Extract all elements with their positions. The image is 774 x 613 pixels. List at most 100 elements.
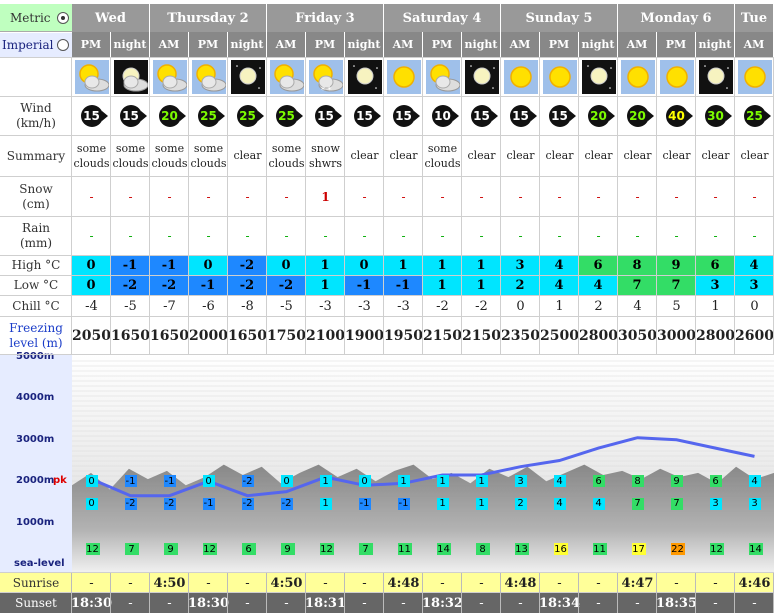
column-divider [110, 573, 111, 613]
sunrise-cell: - [206, 575, 211, 591]
summary-cell: some clouds [73, 141, 110, 170]
chill-cell: 1 [711, 298, 720, 314]
chart-high-marker: 0 [280, 475, 293, 488]
period-header: AM [267, 32, 306, 57]
rain-cell: - [674, 229, 679, 243]
sunset-cell: 18:30 [71, 595, 112, 611]
period-header: night [696, 32, 735, 57]
wind-cell: 20 [579, 97, 618, 135]
low-label-text: Low °C [14, 278, 58, 293]
row-divider [0, 96, 774, 97]
chart-bottom-marker: 11 [592, 543, 607, 556]
snow-cell: - [245, 189, 250, 204]
column-divider [71, 57, 72, 354]
snow-cell: - [206, 189, 211, 204]
sunrise-cell: - [362, 575, 367, 591]
low-temp-cell: -2 [150, 276, 189, 295]
chart-high-marker: 0 [202, 475, 215, 488]
summary-cell: clear [623, 149, 652, 163]
low-temp-cell: 1 [423, 276, 462, 295]
snow-label-text: Snow (cm) [19, 182, 52, 212]
freezing-level-cell: 2350 [501, 327, 540, 344]
rain-cell: - [323, 229, 328, 243]
chart-high-marker: 1 [475, 475, 488, 488]
low-temp-cell: 4 [579, 276, 618, 295]
wind-arrow-icon: 15 [548, 105, 576, 127]
low-temp-cell: -1 [189, 276, 228, 295]
low-temp-cell: 0 [72, 276, 111, 295]
wind-arrow-icon: 20 [158, 105, 186, 127]
summary-label-line: Summary [6, 148, 66, 163]
period-header: AM [384, 32, 423, 57]
low-label: Low °C [0, 276, 72, 295]
period-header: AM [618, 32, 657, 57]
sunrise-cell: - [323, 575, 328, 591]
sunset-cell: - [245, 595, 250, 611]
column-divider [227, 57, 228, 354]
metric-radio[interactable] [57, 11, 69, 24]
summary-label: Summary [0, 136, 72, 176]
clear-night-icon [228, 57, 267, 96]
sunrise-cell: 4:46 [738, 575, 771, 591]
high-temp-cell: 9 [657, 256, 696, 275]
freezing-label-text: Freezing level (m) [9, 321, 63, 351]
row-divider [0, 295, 774, 296]
rain-cell: - [206, 229, 211, 243]
chart-high-marker: 6 [592, 475, 605, 488]
partly-cloudy-sun-icon [267, 57, 306, 96]
sunset-cell: - [752, 595, 757, 611]
summary-cell: some clouds [190, 141, 227, 170]
chill-cell: 0 [516, 298, 525, 314]
column-divider [383, 573, 384, 613]
column-divider [110, 57, 111, 354]
chart-y-label: 3000m [16, 433, 55, 445]
wind-arrow-icon: 15 [392, 105, 420, 127]
row-divider [0, 354, 774, 355]
period-header: PM [72, 32, 111, 57]
chill-cell: -5 [280, 298, 293, 314]
snow-cell: - [596, 189, 601, 204]
wind-cell: 15 [462, 97, 501, 135]
freezing-level-chart [72, 355, 774, 572]
column-divider [305, 57, 306, 354]
column-divider [500, 57, 501, 354]
freezing-label: Freezing level (m) [0, 317, 72, 354]
chart-high-marker: 6 [709, 475, 722, 488]
clear-night-icon [696, 57, 735, 96]
wind-cell: 25 [735, 97, 774, 135]
snow-label-line: Snow [19, 181, 53, 196]
units-imperial-option[interactable]: Imperial [0, 33, 72, 57]
low-temp-cell: 3 [735, 276, 774, 295]
freezing-level-cell: 1650 [228, 327, 267, 344]
snow-label-line: (cm) [22, 196, 50, 211]
sunset-cell: 18:34 [539, 595, 580, 611]
column-divider [188, 57, 189, 354]
chart-low-marker: 3 [709, 497, 722, 510]
imperial-radio[interactable] [57, 39, 69, 51]
chart-low-marker: -2 [241, 497, 254, 510]
sunrise-cell: - [89, 575, 94, 591]
freezing-level-cell: 1650 [111, 327, 150, 344]
sunset-cell: 18:32 [422, 595, 463, 611]
column-divider [500, 573, 501, 613]
freezing-level-cell: 1900 [345, 327, 384, 344]
freezing-level-cell: 2800 [696, 327, 735, 344]
snow-cell: - [713, 189, 718, 204]
period-header: PM [306, 32, 345, 57]
chart-bottom-marker: 17 [631, 543, 646, 556]
clear-night-icon [462, 57, 501, 96]
chart-bottom-marker: 9 [280, 543, 295, 556]
column-divider [188, 573, 189, 613]
day-header: Saturday 4 [384, 4, 501, 32]
units-metric-option[interactable]: Metric [0, 4, 72, 32]
freezing-level-cell: 2050 [72, 327, 111, 344]
period-header: AM [501, 32, 540, 57]
sunset-cell: - [596, 595, 601, 611]
high-temp-cell: -2 [228, 256, 267, 275]
column-divider [344, 57, 345, 354]
snow-cell: - [557, 189, 562, 204]
high-temp-cell: 4 [540, 256, 579, 275]
low-label-line: Low °C [13, 278, 59, 292]
sunrise-cell: - [128, 575, 133, 591]
high-label-text: High °C [12, 258, 61, 273]
